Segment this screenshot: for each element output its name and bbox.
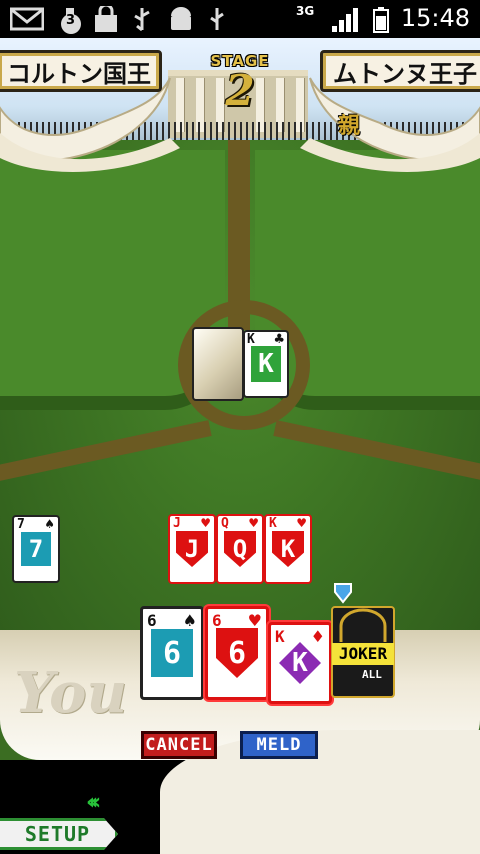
card-center-rank: Q [232, 535, 248, 563]
card-rank: 6 [212, 611, 222, 630]
card-center-rank: J [184, 535, 200, 563]
hand-card-selected[interactable]: 6 ♥ 6 [205, 606, 269, 700]
heart-icon: ♥ [248, 516, 259, 530]
clock: 15:48 [400, 4, 470, 32]
heart-icon: ♥ [200, 516, 211, 530]
opponent-left-name: コルトン国王 [7, 59, 151, 88]
card-face: J [176, 531, 208, 567]
signal-icon [332, 8, 358, 32]
card-face: K [251, 346, 281, 382]
card-rank: K [275, 627, 285, 646]
meld-card: K ♥ K [264, 514, 312, 584]
heart-icon: ♥ [247, 611, 262, 630]
card-rank: J [173, 516, 181, 531]
left-player-card: 7 ♠ 7 [12, 515, 60, 583]
meld-card: J ♥ J [168, 514, 216, 584]
game-screen: 3 3G 15:48 コルトン国王 ムトンヌ王子 STAGE 2 親 K ♣ K… [0, 0, 480, 854]
hand-card[interactable]: 6 ♠ 6 [140, 606, 204, 700]
spade-icon: ♠ [182, 611, 197, 630]
meld-button[interactable]: MELD [240, 731, 318, 759]
shopping-bag-icon [95, 6, 117, 32]
joker-sublabel: ALL [362, 668, 382, 681]
joker-label: JOKER [332, 643, 394, 665]
draw-pile[interactable] [192, 327, 244, 401]
card-rank: 7 [17, 517, 25, 532]
usb-connection-icon [210, 8, 224, 30]
cancel-button[interactable]: CANCEL [141, 731, 217, 759]
usb-icon [134, 8, 150, 32]
card-center-rank: 6 [227, 635, 247, 671]
gmail-icon [10, 7, 44, 31]
card-face: 7 [21, 532, 51, 566]
card-rank: Q [221, 516, 229, 531]
status-bar: 3 3G 15:48 [0, 0, 480, 38]
card-face: 6 [216, 628, 258, 678]
hand-card-selected[interactable]: K ♦ K [268, 622, 332, 704]
battery-icon [373, 7, 389, 33]
selection-arrow-icon [334, 583, 352, 604]
diamond-icon: ♦ [310, 627, 325, 646]
opponent-right-name: ムトンヌ王子 [333, 59, 477, 88]
card-face: Q [224, 531, 256, 567]
opponent-left-nameplate: コルトン国王 [0, 50, 162, 92]
network-type: 3G [296, 4, 315, 18]
card-face: K [279, 642, 321, 684]
android-debug-icon [171, 7, 191, 30]
opponent-right-nameplate: ムトンヌ王子 [320, 50, 480, 92]
meld-card: Q ♥ Q [216, 514, 264, 584]
card-center-rank: K [280, 535, 296, 563]
notification-count: 3 [66, 13, 76, 28]
card-center-rank: 7 [28, 535, 44, 563]
card-center-rank: K [292, 648, 308, 678]
card-rank: K [247, 332, 255, 347]
joker-arch-icon [339, 608, 387, 642]
card-face: 6 [151, 629, 193, 677]
club-icon: ♣ [273, 332, 285, 347]
back-chevron-icon[interactable]: ‹‹‹ [86, 790, 130, 815]
card-center-rank: 6 [162, 635, 182, 671]
player-label: You [14, 660, 128, 726]
dealer-marker: 親 [338, 114, 361, 139]
stage-number: 2 [225, 66, 255, 115]
heart-icon: ♥ [296, 516, 307, 530]
card-rank: K [269, 516, 277, 531]
card-face: K [272, 531, 304, 567]
setup-button[interactable]: SETUP [0, 818, 118, 850]
card-rank: 6 [147, 611, 157, 630]
spade-icon: ♠ [44, 517, 55, 531]
card-center-rank: K [258, 349, 274, 379]
discard-pile-card[interactable]: K ♣ K [243, 330, 289, 398]
